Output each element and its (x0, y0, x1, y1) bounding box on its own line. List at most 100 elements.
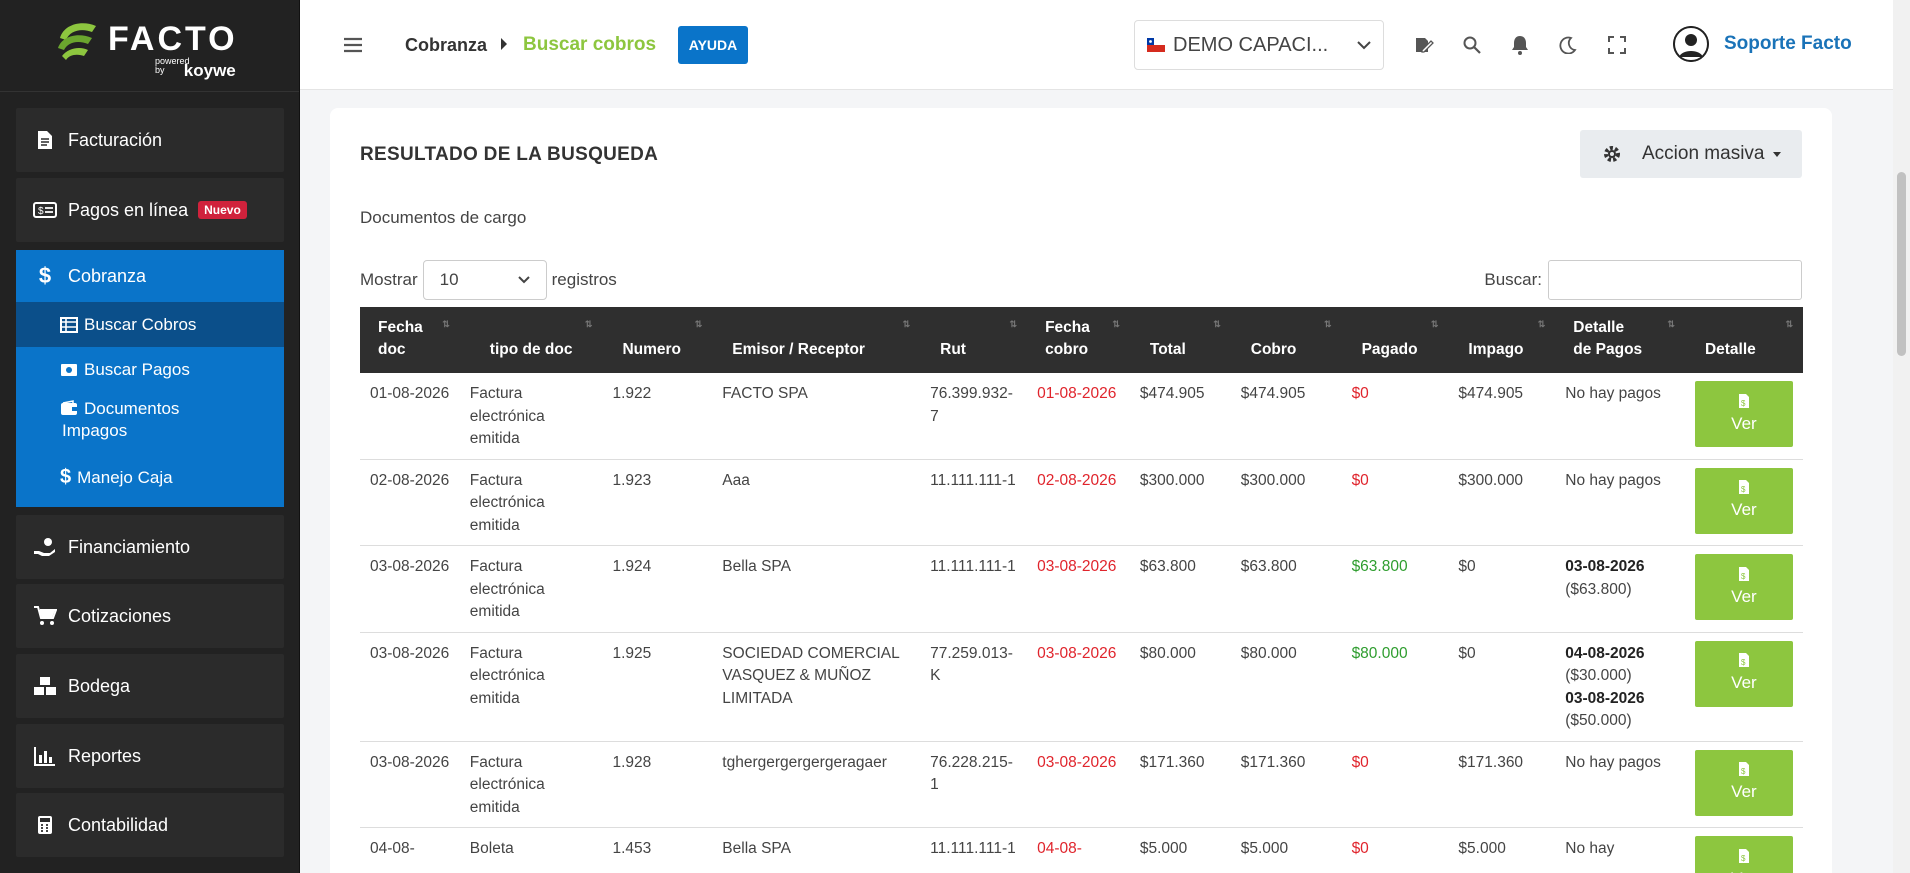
column-header[interactable]: Rut ⇅ (920, 307, 1028, 373)
avatar[interactable] (1673, 26, 1709, 62)
sidebar-item-reportes[interactable]: Reportes (16, 724, 284, 788)
cell-numero: 1.922 (602, 373, 713, 460)
sidebar-item-cotizaciones[interactable]: Cotizaciones (16, 584, 284, 648)
view-button[interactable]: $ Ver (1694, 467, 1793, 534)
chart-icon (30, 746, 60, 766)
sidebar-subitem-buscar-cobros[interactable]: Buscar Cobros (16, 302, 284, 347)
sidebar-item-facturacion[interactable]: Facturación (16, 108, 284, 172)
edit-document-icon[interactable] (1411, 32, 1437, 58)
chevron-down-icon (517, 276, 530, 284)
column-header[interactable]: Impago ⇅ (1448, 307, 1556, 373)
cell-total: $300.000 (1129, 459, 1231, 546)
brand-logo[interactable]: FACTO powered by koywe (0, 0, 299, 92)
page-scrollbar[interactable] (1893, 0, 1910, 873)
cell-cobro: $63.800 (1230, 545, 1342, 633)
sidebar-item-label: Bodega (68, 675, 131, 696)
payment-detail-line: 04-08-2026 (1565, 644, 1645, 662)
bulk-action-label: Accion masiva (1642, 143, 1765, 164)
sidebar-item-bodega[interactable]: Bodega (16, 654, 284, 718)
section-subtitle: Documentos de cargo (360, 208, 527, 227)
cell-emisor: tghergergergergeragaer (712, 741, 921, 828)
cell-pagado: $0 (1341, 459, 1449, 546)
top-bar: Cobranza Buscar cobros AYUDA DEMO CAPACI… (300, 0, 1893, 90)
cell-total: $5.000 (1129, 827, 1231, 873)
svg-text:$: $ (1741, 658, 1746, 667)
column-header[interactable]: Detalle ⇅ (1684, 307, 1803, 373)
column-header[interactable]: Detalle de Pagos ⇅ (1555, 307, 1685, 373)
payment-detail-line: ($30.000) (1565, 667, 1632, 684)
sidebar-item-financiamiento[interactable]: Financiamiento (16, 515, 284, 579)
sidebar-subitem-buscar-pagos[interactable]: Buscar Pagos (16, 347, 284, 392)
scrollbar-thumb[interactable] (1897, 172, 1906, 356)
cell-impago: $5.000 (1448, 827, 1556, 873)
document-icon: $ (1738, 393, 1750, 409)
table-row: 03-08-2026 Factura electrónica emitida 1.9… (360, 545, 1803, 633)
cell-fecha-cobro: 03-08-2026 (1027, 741, 1130, 828)
cell-fecha-cobro: 02-08-2026 (1027, 459, 1130, 546)
document-icon: $ (1738, 848, 1750, 864)
table-icon (60, 316, 78, 333)
gear-icon (1602, 144, 1622, 164)
cell-total: $474.905 (1129, 373, 1231, 460)
breadcrumb-parent[interactable]: Cobranza (405, 35, 487, 56)
column-header-label: Pagado (1361, 341, 1418, 358)
column-header[interactable]: Total ⇅ (1129, 307, 1231, 373)
cell-rut: 11.111.111-1 (920, 545, 1028, 633)
user-name[interactable]: Soporte Facto (1724, 33, 1852, 55)
sidebar-item-cobranza[interactable]: $ Cobranza (16, 250, 284, 302)
cell-fecha-doc: 03-08-2026 (360, 545, 460, 633)
column-header[interactable]: Numero ⇅ (602, 307, 713, 373)
cell-tipo: Factura electrónica emitida (459, 632, 603, 742)
cell-cobro: $5.000 (1230, 827, 1342, 873)
sidebar-item-label: Reportes (68, 745, 142, 766)
page-length-select[interactable]: 10 (422, 260, 547, 300)
cell-fecha-cobro: 03-08-2026 (1027, 545, 1130, 633)
column-header[interactable]: tipo de doc ⇅ (459, 307, 603, 373)
fullscreen-icon[interactable] (1604, 32, 1630, 58)
menu-toggle-icon[interactable] (343, 36, 363, 54)
bell-icon[interactable] (1507, 32, 1533, 58)
svg-text:$: $ (1741, 399, 1746, 408)
view-button-label: Ver (1731, 413, 1757, 433)
column-header-label: Impago (1468, 341, 1524, 358)
cell-pagado: $0 (1341, 373, 1449, 460)
sidebar-subitem-manejo-caja[interactable]: $ Manejo Caja (16, 455, 284, 500)
payment-detail-line: No hay pagos (1565, 471, 1661, 489)
view-button[interactable]: $ Ver (1694, 749, 1793, 816)
column-header[interactable]: Fecha doc ⇅ (360, 307, 460, 373)
view-button-label: Ver (1731, 500, 1757, 520)
cell-emisor: SOCIEDAD COMERCIAL VASQUEZ & MUÑOZ LIMIT… (712, 632, 921, 742)
view-button[interactable]: $ Ver (1694, 381, 1793, 447)
cell-cobro: $300.000 (1230, 459, 1342, 546)
column-header[interactable]: Fecha cobro ⇅ (1027, 307, 1130, 373)
sidebar-item-contabilidad[interactable]: Contabilidad (16, 793, 284, 857)
help-button[interactable]: AYUDA (678, 26, 748, 64)
column-header[interactable]: Emisor / Receptor ⇅ (712, 307, 921, 373)
document-icon: $ (1738, 479, 1750, 495)
dark-mode-moon-icon[interactable] (1555, 32, 1581, 58)
sidebar-subitem-label: Buscar Cobros (84, 314, 197, 334)
column-header[interactable]: Pagado ⇅ (1341, 307, 1449, 373)
page-length-control: Mostrar 10 registros (360, 260, 617, 300)
cell-emisor: Bella SPA (712, 545, 921, 633)
view-button[interactable]: $ Ver (1694, 554, 1793, 620)
view-button-label: Ver (1731, 673, 1757, 693)
bulk-action-button[interactable]: Accion masiva (1580, 130, 1802, 178)
sidebar-item-label: Pagos en línea (68, 199, 189, 220)
company-select[interactable]: DEMO CAPACI... (1134, 20, 1384, 70)
payment-detail-line: No hay pagos (1565, 753, 1661, 771)
svg-text:$: $ (1741, 572, 1746, 581)
search-input[interactable] (1548, 260, 1802, 300)
view-button[interactable]: $ Ver (1694, 640, 1793, 707)
sidebar-item-pagos-en-linea[interactable]: $ Pagos en línea Nuevo (16, 178, 284, 242)
view-button[interactable]: $ Ver (1694, 836, 1793, 873)
column-header[interactable]: Cobro ⇅ (1230, 307, 1342, 373)
table-row: 02-08-2026 Factura electrónica emitida 1.9… (360, 459, 1803, 546)
search-icon[interactable] (1459, 32, 1485, 58)
cell-detalle-pagos: No hay pagos (1555, 741, 1685, 828)
sidebar-subitem-documentos-impagos[interactable]: Documentos Impagos (16, 392, 284, 455)
cell-tipo: Factura electrónica emitida (459, 741, 603, 828)
cell-emisor: Bella SPA (712, 827, 921, 873)
document-icon (30, 130, 60, 150)
dollar-icon: $ (38, 263, 52, 288)
